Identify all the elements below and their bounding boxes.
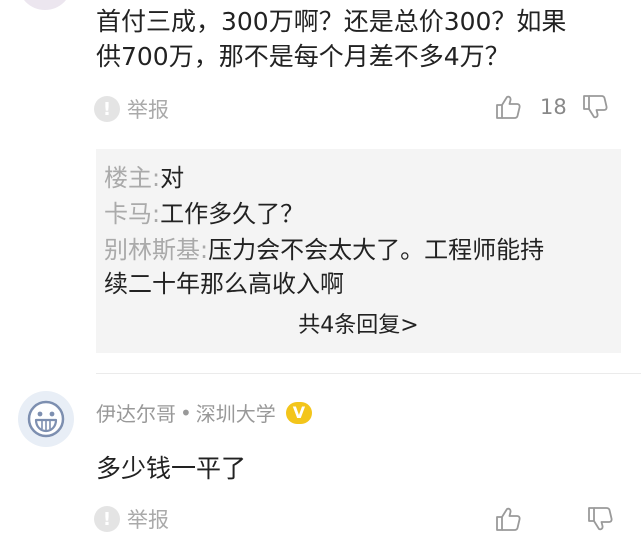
reply-text: 工作多久了？ [160,200,305,228]
comment-text-line-1: 首付三成，300万啊？还是总价300？如果 [96,7,567,36]
comment-action-row: ! 举报 [94,91,169,127]
reply-item: 楼主:对 [104,161,184,195]
previous-user-avatar[interactable] [18,0,72,10]
thumbs-down-icon[interactable] [586,505,614,533]
report-label: 举报 [127,508,169,532]
report-label: 举报 [127,98,169,122]
comment-text-line-2: 供700万，那不是每个月差不多4万？ [96,42,510,71]
reply-preview-box[interactable]: 楼主:对 卡马:工作多久了？ 别林斯基:压力会不会太大了。工程师能持 续二十年那… [96,149,621,353]
reply-item: 别林斯基:压力会不会太大了。工程师能持 [104,233,544,267]
view-all-replies-link[interactable]: 共4条回复> [96,307,621,339]
reply-item: 卡马:工作多久了？ [104,197,304,231]
report-exclamation-icon: ! [94,506,120,532]
user-avatar[interactable] [18,391,74,447]
reply-author[interactable]: 卡马: [104,200,160,228]
vote-controls [494,505,614,533]
comment-body: 首付三成，300万啊？还是总价300？如果 供700万，那不是每个月差不多4万？ [96,4,566,74]
report-exclamation-icon: ! [94,96,120,122]
reply-text-continuation: 续二十年那么高收入啊 [104,270,344,298]
thumbs-up-icon[interactable] [494,505,522,533]
user-school: 深圳大学 [195,402,276,426]
reply-author[interactable]: 楼主: [104,164,160,192]
meta-separator: • [180,400,192,425]
report-button[interactable]: ! 举报 [94,94,169,124]
like-count: 18 [540,95,567,119]
reply-text: 压力会不会太大了。工程师能持 [208,236,545,264]
username[interactable]: 伊达尔哥 [96,398,176,427]
reply-author[interactable]: 别林斯基: [104,236,208,264]
user-meta: 伊达尔哥 • 深圳大学 V [96,398,313,427]
thumbs-down-icon[interactable] [581,93,609,121]
reply-text: 对 [160,164,185,192]
vote-controls: 18 [494,93,609,121]
report-button[interactable]: ! 举报 [94,504,169,534]
comment-divider [96,373,641,374]
verified-badge: V [285,401,313,424]
comment-text: 多少钱一平了 [96,454,247,483]
smiley-face-icon [27,400,65,438]
thumbs-up-icon[interactable] [494,93,522,121]
comment-action-row: ! 举报 [94,501,169,537]
